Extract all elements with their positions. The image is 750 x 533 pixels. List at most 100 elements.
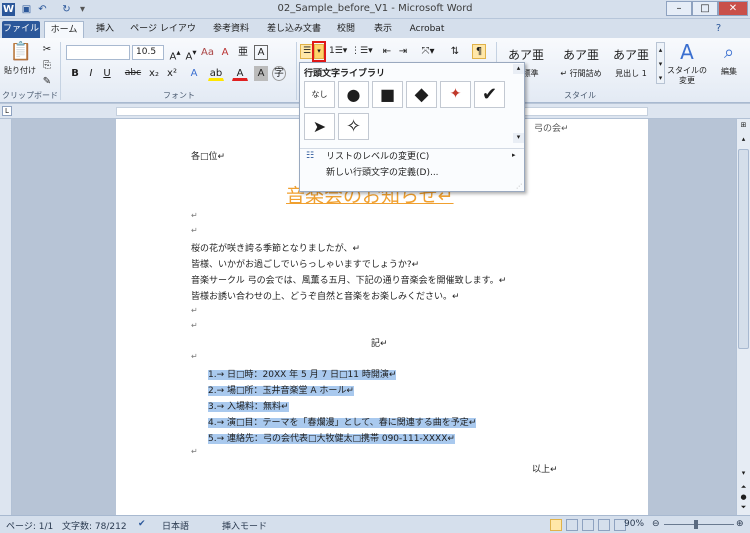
tab-acrobat[interactable]: Acrobat xyxy=(404,21,450,38)
paste-icon[interactable]: 📋 xyxy=(8,41,34,63)
numbering-button[interactable]: 1☰▾ xyxy=(328,44,347,59)
bullet-none-option[interactable]: なし xyxy=(304,81,335,108)
scroll-thumb[interactable] xyxy=(738,149,749,349)
enclose-char-icon[interactable]: 字 xyxy=(272,66,286,81)
zoom-in-icon[interactable]: ⊕ xyxy=(736,519,744,529)
ruler-toggle-icon[interactable]: ⊞ xyxy=(738,121,749,131)
full-screen-reading-icon[interactable] xyxy=(566,519,578,531)
cut-icon[interactable]: ✂ xyxy=(40,42,54,57)
font-name-combo[interactable] xyxy=(66,45,130,60)
web-layout-icon[interactable] xyxy=(582,519,594,531)
tab-file[interactable]: ファイル xyxy=(2,21,40,38)
subscript-button[interactable]: x₂ xyxy=(146,66,162,81)
scroll-down-arrow-icon[interactable]: ▾ xyxy=(738,469,749,479)
superscript-button[interactable]: x² xyxy=(164,66,180,81)
scroll-up-arrow-icon[interactable]: ▴ xyxy=(738,135,749,145)
change-styles-label[interactable]: スタイルの 変更 xyxy=(666,66,708,86)
bullet-checkmark-option[interactable]: ✔ xyxy=(474,81,505,108)
change-list-level-menu-item[interactable]: リストのレベルの変更(C) xyxy=(300,151,524,164)
empty-paragraph: ↵ xyxy=(191,447,198,456)
addressee-line: 各□位↵ xyxy=(191,152,226,162)
bullet-black-diamond-option[interactable]: ◆ xyxy=(406,81,437,108)
group-separator xyxy=(296,42,297,100)
dropdown-scroll-up-icon[interactable]: ▴ xyxy=(513,64,524,74)
edit-label[interactable]: 編集 xyxy=(712,66,746,77)
bullet-library-header: 行頭文字ライブラリ xyxy=(304,69,386,79)
format-painter-icon[interactable]: ✎ xyxy=(40,74,54,89)
bullet-black-square-option[interactable]: ■ xyxy=(372,81,403,108)
underline-button[interactable]: U xyxy=(100,66,114,81)
group-label-clipboard: クリップボード xyxy=(2,91,58,100)
font-size-combo[interactable]: 10.5 xyxy=(132,45,164,60)
tab-view[interactable]: 表示 xyxy=(366,21,400,38)
vertical-scrollbar[interactable]: ⊞ ▴ ▾ ⏶ ● ⏷ xyxy=(736,119,750,515)
tab-selector-icon[interactable]: L xyxy=(2,106,12,116)
page-count[interactable]: ページ: 1/1 xyxy=(6,519,53,532)
italic-button[interactable]: I xyxy=(84,66,98,81)
text-effects-icon[interactable]: A xyxy=(186,66,202,81)
browse-object-icon[interactable]: ● xyxy=(738,493,749,502)
dropdown-scroll-down-icon[interactable]: ▾ xyxy=(513,133,524,143)
change-styles-icon[interactable]: A xyxy=(672,40,702,64)
close-button[interactable]: ✕ xyxy=(718,1,748,16)
change-case-icon[interactable]: Aa xyxy=(200,45,214,60)
shrink-font-icon[interactable]: A▾ xyxy=(184,45,198,62)
zoom-level[interactable]: 90% xyxy=(624,519,644,529)
zoom-slider-thumb[interactable] xyxy=(694,520,698,529)
body-line: 皆様、いかがお過ごしでいらっしゃいますでしょうか?↵ xyxy=(191,260,420,270)
style-normal-sample[interactable]: あア亜 xyxy=(504,46,548,63)
help-icon[interactable]: ? xyxy=(712,22,725,35)
style-heading1-label[interactable]: 見出し 1 xyxy=(608,68,654,79)
next-page-icon[interactable]: ⏷ xyxy=(738,503,749,512)
minimize-button[interactable]: – xyxy=(666,1,692,16)
decrease-indent-icon[interactable]: ⇤ xyxy=(380,44,394,59)
asian-layout-icon[interactable]: ⤧▾ xyxy=(418,44,438,59)
clear-format-icon[interactable]: A xyxy=(218,45,232,60)
tab-insert[interactable]: 挿入 xyxy=(88,21,122,38)
print-layout-view-icon[interactable] xyxy=(550,519,562,531)
proofing-icon[interactable]: ✔ xyxy=(138,519,146,529)
insert-mode-indicator[interactable]: 挿入モード xyxy=(222,519,267,532)
maximize-button[interactable]: □ xyxy=(692,1,718,16)
language-indicator[interactable]: 日本語 xyxy=(162,519,189,532)
resize-grip-icon[interactable]: ⋰ xyxy=(516,183,522,190)
define-new-bullet-menu-item[interactable]: 新しい行頭文字の定義(D)... xyxy=(300,167,524,180)
tab-mailings[interactable]: 差し込み文書 xyxy=(262,21,326,38)
bold-button[interactable]: B xyxy=(68,66,82,81)
previous-page-icon[interactable]: ⏶ xyxy=(738,483,749,492)
find-icon[interactable]: ⌕ xyxy=(712,42,746,63)
bullet-black-circle-option[interactable]: ● xyxy=(338,81,369,108)
style-nospacing-label[interactable]: ↵ 行間詰め xyxy=(556,68,606,79)
tab-references[interactable]: 参考資料 xyxy=(204,21,258,38)
menu-separator xyxy=(300,148,524,149)
sort-icon[interactable]: ⇅ xyxy=(448,44,462,59)
outline-view-icon[interactable] xyxy=(598,519,610,531)
bullet-four-diamond-option[interactable]: ✦ xyxy=(440,81,471,108)
increase-indent-icon[interactable]: ⇥ xyxy=(396,44,410,59)
copy-icon[interactable]: ⎘ xyxy=(40,58,54,73)
tab-home[interactable]: ホーム xyxy=(44,21,84,38)
list-item: 4.→ 演□目：テーマを「春爛漫」として、春に関連する曲を予定↵ xyxy=(208,415,477,428)
char-shading-icon[interactable]: A xyxy=(254,66,268,81)
grow-font-icon[interactable]: A▴ xyxy=(168,45,182,62)
phonetic-guide-icon[interactable]: 亜 xyxy=(236,45,250,60)
ribbon-tabs: ファイル ホーム 挿入 ページ レイアウト 参考資料 差し込み文書 校閲 表示 … xyxy=(0,19,750,50)
font-color-icon[interactable]: A xyxy=(232,66,248,81)
style-nospacing-sample[interactable]: あア亜 xyxy=(556,46,606,63)
char-border-icon[interactable]: A xyxy=(254,45,268,60)
tab-review[interactable]: 校閲 xyxy=(330,21,362,38)
paste-label[interactable]: 貼り付け xyxy=(4,65,36,76)
word-count[interactable]: 文字数: 78/212 xyxy=(62,519,127,532)
multilevel-list-button[interactable]: ⋮☰▾ xyxy=(350,44,373,59)
show-marks-icon[interactable]: ¶ xyxy=(472,44,486,59)
styles-scroll-icon[interactable]: ▴ ▾ ▾ xyxy=(656,42,665,84)
tab-page-layout[interactable]: ページ レイアウト xyxy=(126,21,200,50)
bullet-arrowhead-option[interactable]: ➤ xyxy=(304,113,335,140)
vertical-ruler xyxy=(0,119,12,515)
zoom-slider-track[interactable] xyxy=(664,524,734,525)
style-heading1-sample[interactable]: あア亜 xyxy=(608,46,654,63)
bullet-star-option[interactable]: ✧ xyxy=(338,113,369,140)
strikethrough-button[interactable]: abc xyxy=(122,66,144,81)
highlight-color-icon[interactable]: ab xyxy=(208,66,224,81)
zoom-out-icon[interactable]: ⊖ xyxy=(652,519,660,529)
